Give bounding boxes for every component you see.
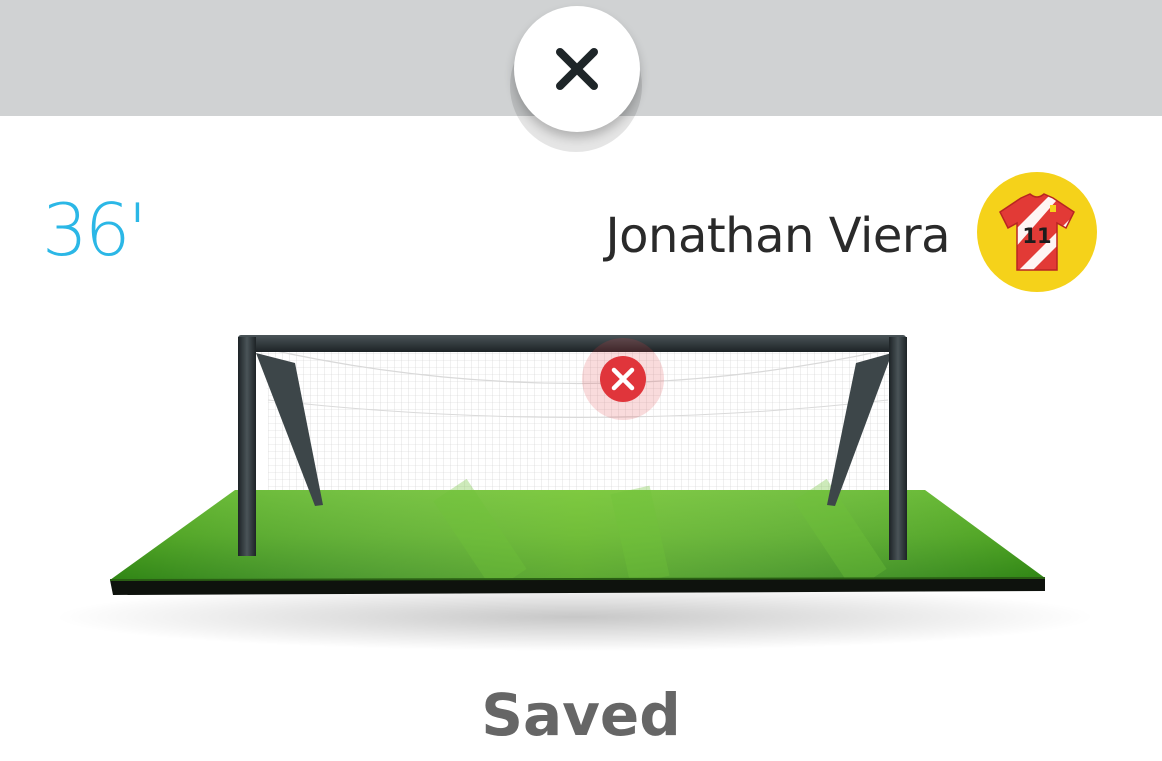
player-name: Jonathan Viera <box>605 208 951 264</box>
player-avatar: 11 <box>977 172 1097 292</box>
crossbar <box>238 335 906 352</box>
left-post <box>238 337 256 556</box>
close-icon <box>556 48 598 90</box>
goal-scene <box>55 335 1095 651</box>
shirt-icon: 11 <box>999 193 1075 271</box>
shirt-number: 11 <box>1022 224 1051 248</box>
shot-result: Saved <box>481 681 681 749</box>
x-circle-icon <box>600 356 646 402</box>
right-post <box>889 337 907 560</box>
goal-net <box>258 347 900 503</box>
close-button[interactable] <box>514 6 640 132</box>
match-minute: 36' <box>42 188 147 272</box>
